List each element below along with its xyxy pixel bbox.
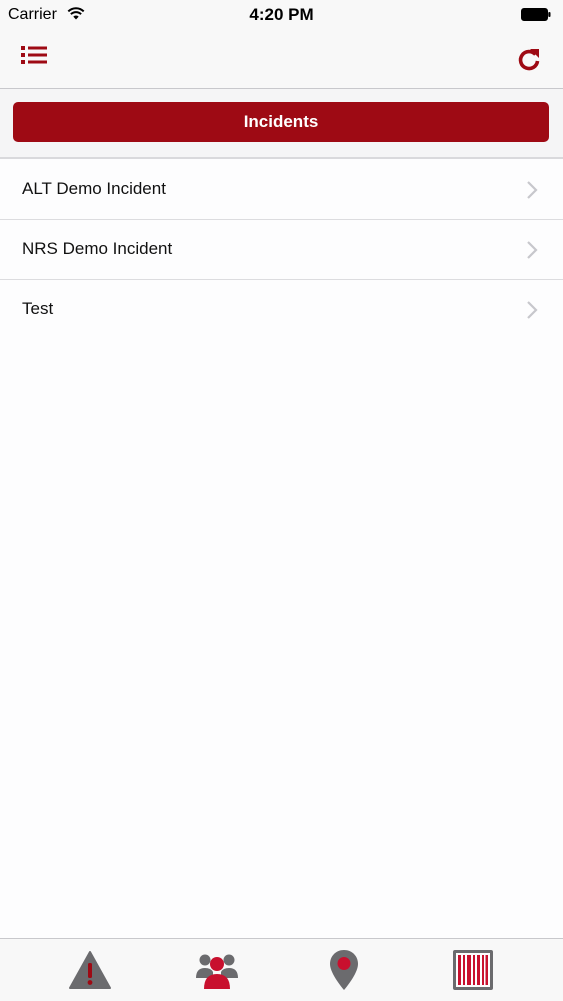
list-item-alt-demo-incident[interactable]: ALT Demo Incident (0, 160, 563, 220)
people-icon (196, 954, 238, 989)
status-time: 4:20 PM (249, 5, 314, 24)
tab-warnings[interactable] (67, 947, 113, 993)
list-item-label: NRS Demo Incident (22, 239, 173, 258)
location-pin-icon (330, 950, 358, 990)
status-bar: Carrier 4:20 PM (0, 0, 563, 30)
tab-bar (0, 938, 563, 1001)
battery-icon (521, 8, 551, 21)
tab-people[interactable] (194, 947, 240, 993)
chevron-right-icon (527, 301, 538, 319)
page-title: Incidents (13, 102, 549, 142)
list-menu-icon (21, 46, 47, 64)
refresh-icon (518, 49, 540, 71)
title-area: Incidents (0, 89, 563, 159)
tab-location[interactable] (321, 947, 367, 993)
incident-list: ALT Demo Incident NRS Demo Incident Test (0, 160, 563, 339)
list-item-label: ALT Demo Incident (22, 179, 166, 198)
refresh-button[interactable] (513, 44, 545, 76)
navigation-bar (0, 30, 563, 89)
barcode-icon (453, 950, 493, 990)
chevron-right-icon (527, 241, 538, 259)
menu-button[interactable] (18, 42, 50, 72)
warning-icon (69, 951, 111, 989)
tab-barcode[interactable] (450, 947, 496, 993)
list-item-test[interactable]: Test (0, 280, 563, 339)
list-item-nrs-demo-incident[interactable]: NRS Demo Incident (0, 220, 563, 280)
list-item-label: Test (22, 299, 54, 318)
chevron-right-icon (527, 181, 538, 199)
